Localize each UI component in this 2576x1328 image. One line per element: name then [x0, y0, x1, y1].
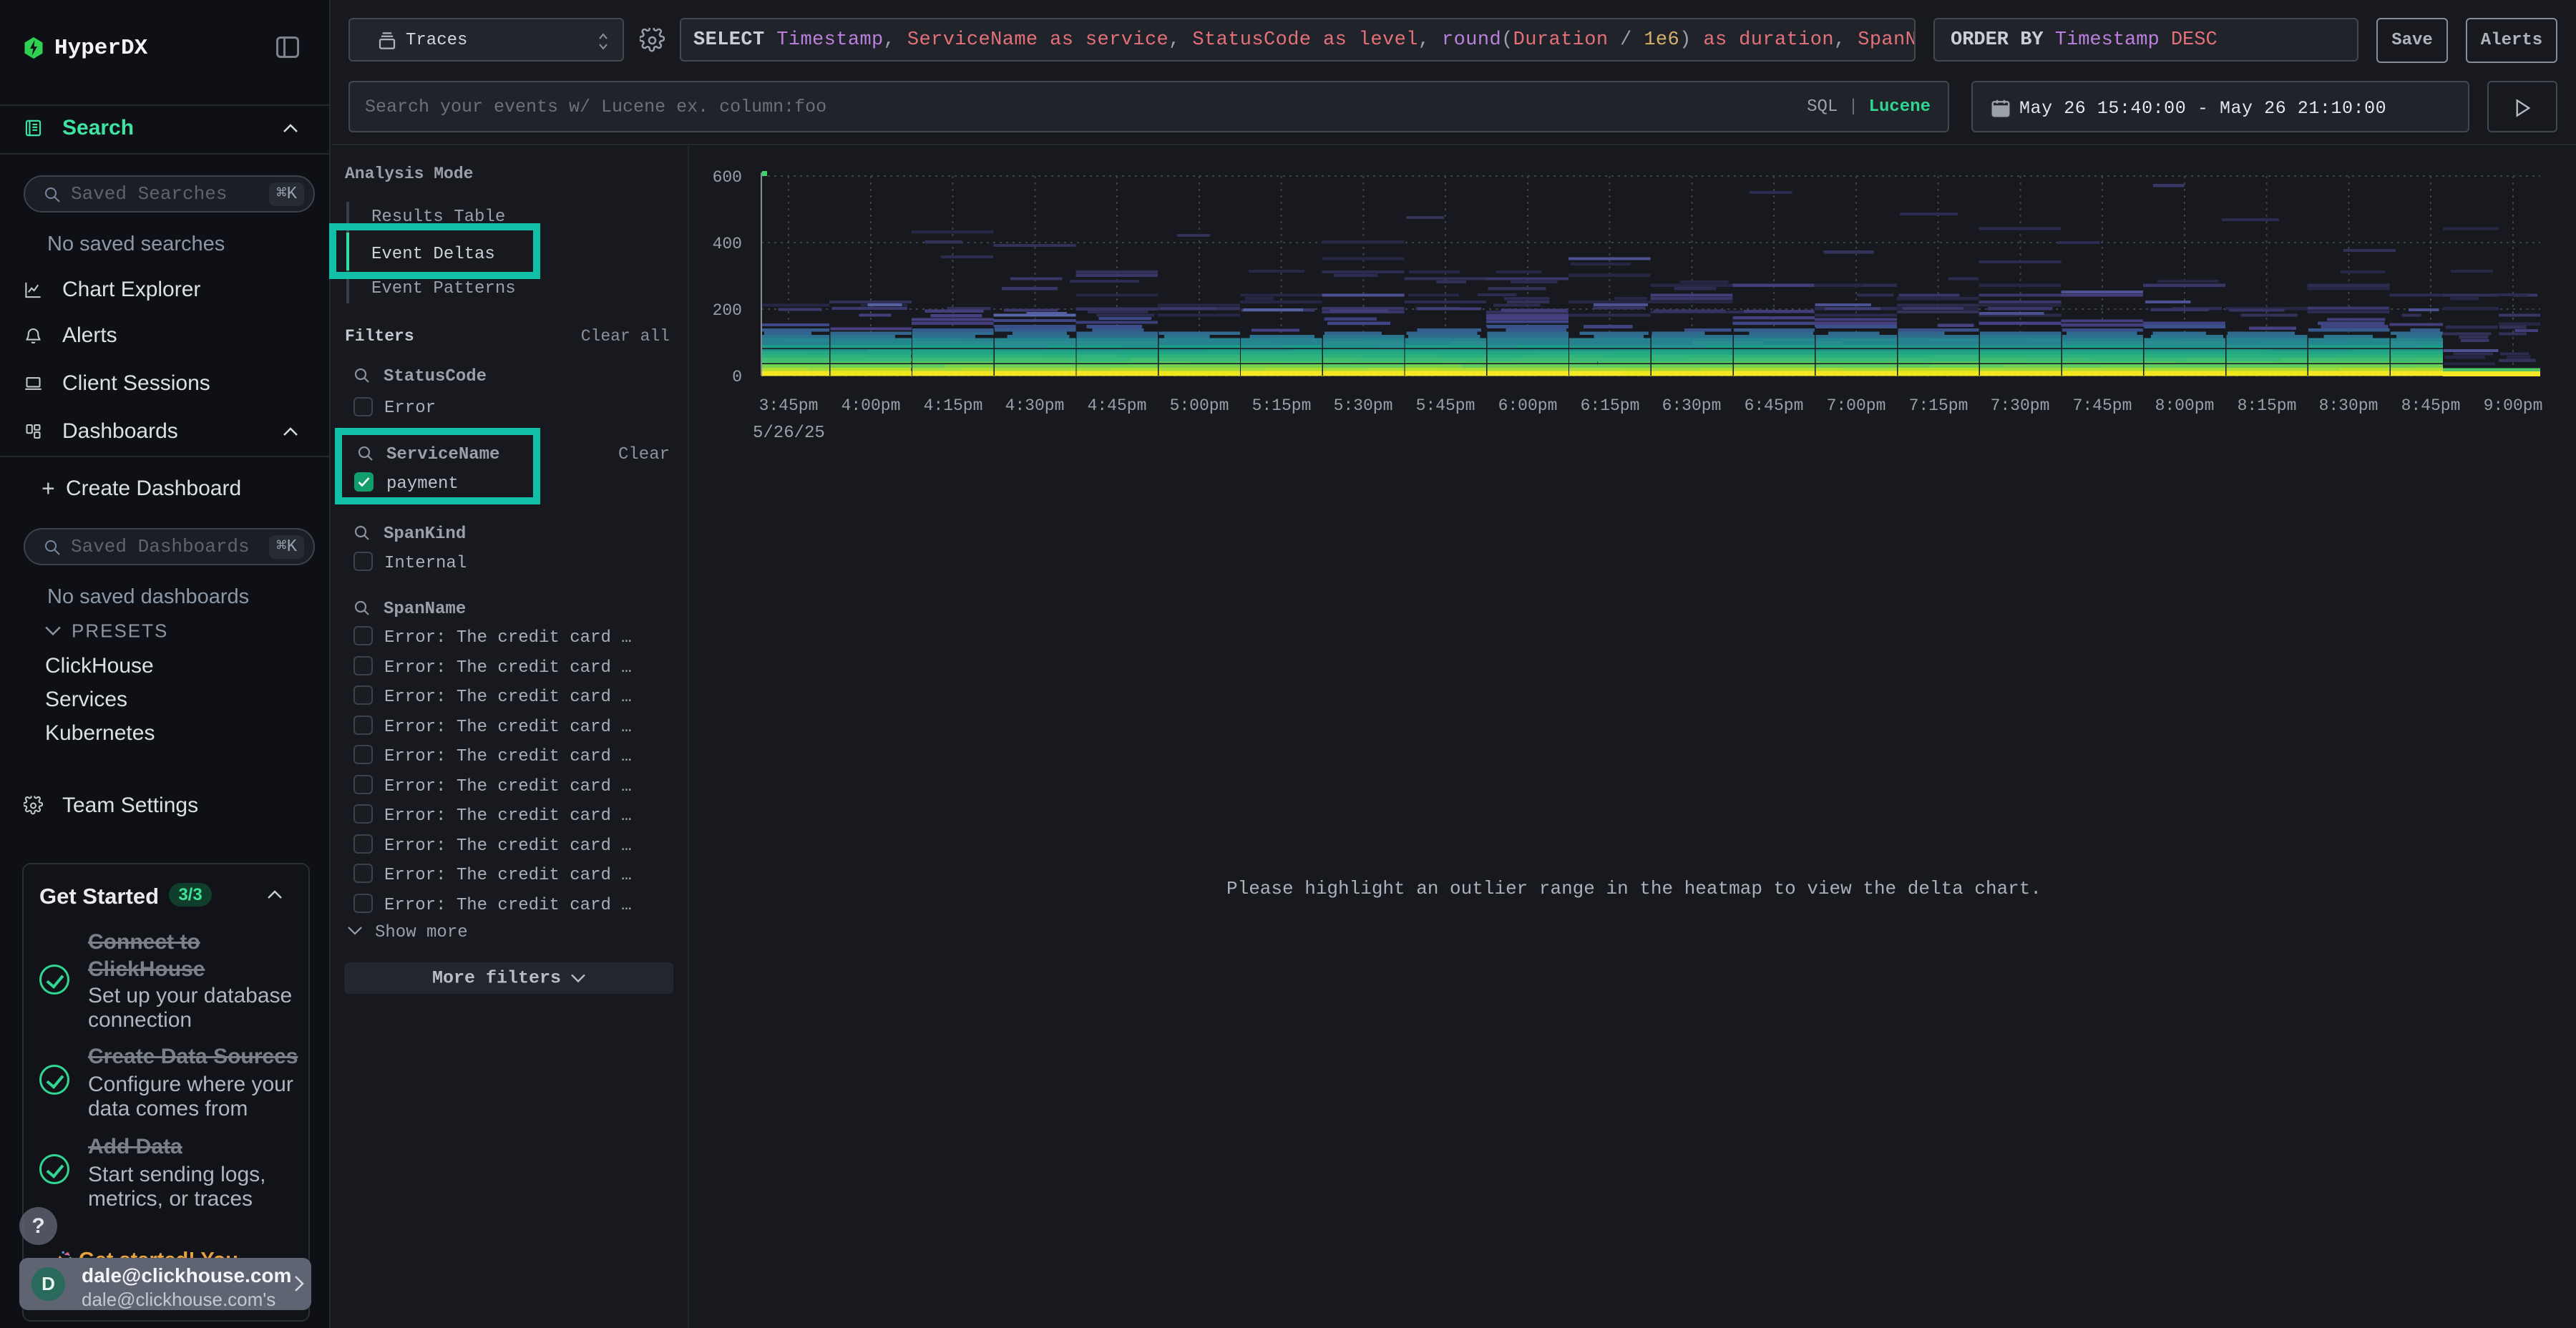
svg-text:5/26/25: 5/26/25 — [753, 424, 825, 443]
svg-text:5:30pm: 5:30pm — [1334, 396, 1393, 415]
svg-text:3:45pm: 3:45pm — [759, 396, 819, 415]
svg-text:0: 0 — [732, 368, 742, 386]
svg-text:4:30pm: 4:30pm — [1005, 396, 1065, 415]
svg-text:5:15pm: 5:15pm — [1252, 396, 1312, 415]
svg-text:8:00pm: 8:00pm — [2155, 396, 2215, 415]
svg-text:8:45pm: 8:45pm — [2401, 396, 2461, 415]
svg-text:6:45pm: 6:45pm — [1745, 396, 1804, 415]
svg-text:5:45pm: 5:45pm — [1416, 396, 1475, 415]
svg-text:6:30pm: 6:30pm — [1662, 396, 1722, 415]
svg-text:400: 400 — [713, 235, 742, 253]
svg-text:6:00pm: 6:00pm — [1498, 396, 1558, 415]
svg-text:6:15pm: 6:15pm — [1581, 396, 1640, 415]
svg-text:8:15pm: 8:15pm — [2238, 396, 2297, 415]
svg-text:7:00pm: 7:00pm — [1827, 396, 1886, 415]
svg-text:7:15pm: 7:15pm — [1909, 396, 1968, 415]
svg-text:4:00pm: 4:00pm — [841, 396, 901, 415]
svg-text:4:45pm: 4:45pm — [1088, 396, 1147, 415]
svg-text:5:00pm: 5:00pm — [1170, 396, 1229, 415]
svg-text:9:00pm: 9:00pm — [2484, 396, 2543, 415]
svg-text:8:30pm: 8:30pm — [2319, 396, 2379, 415]
svg-text:7:45pm: 7:45pm — [2073, 396, 2132, 415]
svg-text:7:30pm: 7:30pm — [1991, 396, 2050, 415]
svg-text:600: 600 — [713, 168, 742, 187]
svg-text:200: 200 — [713, 301, 742, 320]
svg-text:4:15pm: 4:15pm — [924, 396, 983, 415]
